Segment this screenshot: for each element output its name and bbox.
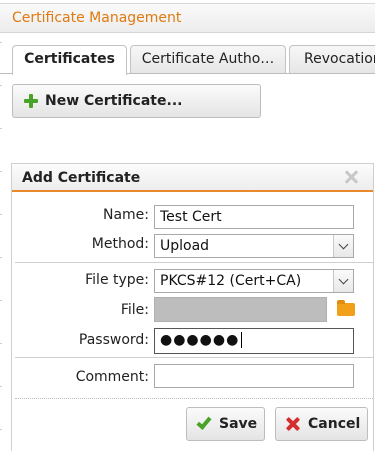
cancel-button[interactable]: Cancel bbox=[275, 407, 368, 441]
chevron-down-icon bbox=[338, 274, 349, 285]
dialog-header: Add Certificate bbox=[12, 164, 373, 192]
form-separator bbox=[15, 262, 373, 263]
folder-icon[interactable] bbox=[337, 300, 355, 316]
tab-certificate-authorities[interactable]: Certificate Autho… bbox=[130, 45, 286, 73]
file-type-select[interactable]: PKCS#12 (Cert+CA) bbox=[154, 269, 354, 293]
method-label: Method: bbox=[91, 236, 149, 252]
method-dropdown-button[interactable] bbox=[333, 235, 353, 257]
close-icon[interactable] bbox=[343, 169, 359, 185]
password-label: Password: bbox=[78, 332, 149, 348]
buttons-separator bbox=[15, 398, 373, 399]
comment-label: Comment: bbox=[75, 369, 149, 385]
file-type-label: File type: bbox=[85, 272, 149, 288]
new-certificate-label: New Certificate... bbox=[45, 93, 183, 109]
tab-certificates[interactable]: Certificates bbox=[12, 45, 127, 75]
tab-revocation[interactable]: Revocation bbox=[289, 45, 375, 73]
page-title: Certificate Management bbox=[12, 10, 182, 26]
name-field[interactable]: Test Cert bbox=[154, 205, 354, 229]
file-type-dropdown-button[interactable] bbox=[333, 270, 353, 292]
password-field[interactable]: ●●●●●● bbox=[154, 328, 354, 354]
dialog-title: Add Certificate bbox=[22, 170, 141, 186]
comment-field[interactable] bbox=[154, 364, 354, 388]
plus-icon bbox=[23, 93, 39, 109]
save-label: Save bbox=[219, 416, 258, 432]
method-select[interactable]: Upload bbox=[154, 234, 354, 258]
new-certificate-button[interactable]: New Certificate... bbox=[12, 84, 261, 118]
cancel-label: Cancel bbox=[308, 416, 361, 432]
file-type-selected-value: PKCS#12 (Cert+CA) bbox=[160, 273, 302, 289]
method-selected-value: Upload bbox=[160, 238, 210, 254]
check-icon bbox=[196, 414, 212, 430]
panel-title-bar: Certificate Management bbox=[0, 3, 375, 33]
chevron-down-icon bbox=[338, 239, 349, 250]
file-label: File: bbox=[120, 302, 149, 318]
x-icon bbox=[286, 417, 300, 431]
password-masked-value: ●●●●●● bbox=[160, 332, 240, 348]
text-caret bbox=[241, 332, 243, 348]
name-label: Name: bbox=[102, 207, 149, 223]
tab-strip: Certificates Certificate Autho… Revocati… bbox=[0, 45, 375, 75]
file-path-field bbox=[154, 297, 327, 322]
save-button[interactable]: Save bbox=[186, 407, 265, 441]
form-separator bbox=[15, 357, 373, 358]
